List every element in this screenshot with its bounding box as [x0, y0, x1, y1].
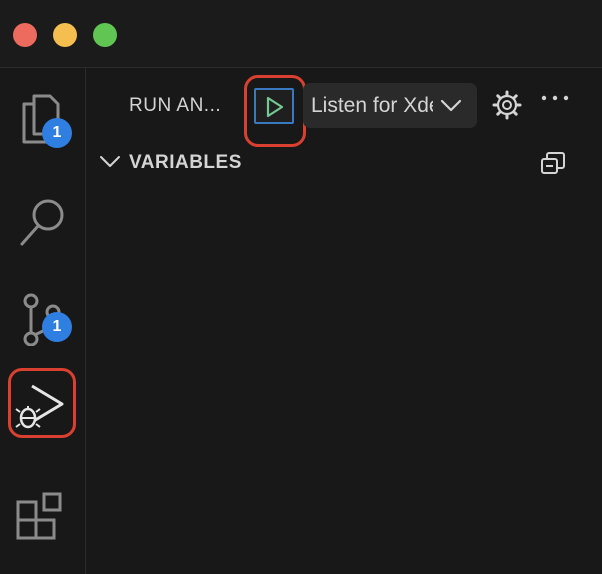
explorer-badge: 1 — [42, 118, 72, 148]
variables-section-header[interactable]: VARIABLES — [87, 141, 602, 181]
run-debug-highlight — [8, 368, 76, 438]
collapse-all-icon[interactable] — [540, 151, 566, 175]
extensions-icon — [16, 492, 62, 540]
chevron-down-icon — [100, 156, 120, 167]
activity-extensions[interactable] — [0, 464, 86, 544]
activity-source-control[interactable]: 1 — [0, 270, 86, 350]
more-actions-icon[interactable] — [540, 93, 570, 103]
launch-config-value: Listen for Xdebug — [311, 94, 433, 117]
variables-title: VARIABLES — [129, 152, 242, 173]
source-control-badge: 1 — [42, 312, 72, 342]
run-debug-sidebar: RUN AN... Listen for Xdebug — [87, 69, 602, 574]
activity-search[interactable] — [0, 178, 86, 258]
activity-explorer[interactable]: 1 — [0, 68, 86, 148]
zoom-window-button[interactable] — [93, 23, 117, 47]
minimize-window-button[interactable] — [53, 23, 77, 47]
panel-title: RUN AN... — [129, 95, 222, 116]
activity-bar: 1 1 — [0, 68, 86, 574]
close-window-button[interactable] — [13, 23, 37, 47]
launch-config-select[interactable]: Listen for Xdebug — [303, 83, 477, 128]
chevron-down-icon — [440, 99, 462, 112]
search-icon — [20, 199, 64, 246]
start-button-highlight — [244, 75, 306, 147]
gear-icon[interactable] — [492, 90, 522, 120]
title-bar — [0, 0, 602, 68]
